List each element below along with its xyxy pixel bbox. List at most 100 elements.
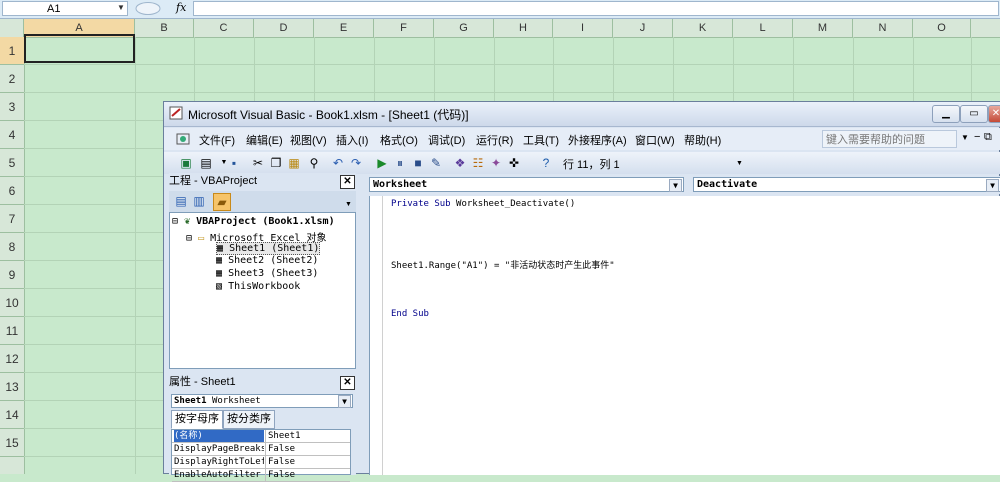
row-header-10[interactable]: 10 [0,289,24,317]
tree-item-sheet1[interactable]: ▦ Sheet1 (Sheet1) [216,242,321,255]
chevron-down-icon[interactable]: ▼ [986,179,999,192]
column-header-h[interactable]: H [494,19,553,37]
column-header-i[interactable]: I [553,19,613,37]
design-mode-icon[interactable]: ✎ [428,155,444,171]
object-select[interactable]: Sheet1 Worksheet ▼ [171,394,353,408]
row-header-1[interactable]: 1 [0,37,24,65]
chevron-down-icon[interactable]: ▼ [338,395,351,408]
code-line-sub[interactable]: Private Sub Worksheet_Deactivate() [391,199,575,209]
column-header-e[interactable]: E [314,19,374,37]
column-header-g[interactable]: G [434,19,494,37]
menu-help[interactable]: 帮助(H) [684,132,721,148]
property-value[interactable]: False [265,443,353,455]
menu-debug[interactable]: 调试(D) [428,132,465,148]
menu-format[interactable]: 格式(O) [380,132,418,148]
chevron-down-icon[interactable]: ▼ [116,3,126,13]
row-header-9[interactable]: 9 [0,261,24,289]
selected-cell-a1[interactable] [24,34,135,63]
row-header-8[interactable]: 8 [0,233,24,261]
row-header-14[interactable]: 14 [0,401,24,429]
object-combo[interactable]: Worksheet ▼ [369,177,684,192]
collapse-icon[interactable]: ⊟ [172,216,178,227]
menu-addins[interactable]: 外接程序(A) [568,132,627,148]
row-header-11[interactable]: 11 [0,317,24,345]
vbe-title-bar[interactable]: Microsoft Visual Basic - Book1.xlsm - [S… [164,102,1000,127]
cut-icon[interactable]: ✂ [250,155,266,171]
row-header-6[interactable]: 6 [0,177,24,205]
code-line-endsub[interactable]: End Sub [391,309,429,319]
column-header-o[interactable]: O [913,19,971,37]
column-header-n[interactable]: N [853,19,913,37]
column-header-m[interactable]: M [793,19,853,37]
select-all-corner[interactable] [0,19,24,37]
chevron-down-icon[interactable]: ▼ [669,179,682,192]
column-header-k[interactable]: K [673,19,733,37]
chevron-down-icon[interactable]: ▼ [345,201,352,208]
row-header-2[interactable]: 2 [0,65,24,93]
code-margin[interactable] [370,196,383,475]
formula-input[interactable] [193,1,999,16]
menu-file[interactable]: 文件(F) [199,132,235,148]
row-header-7[interactable]: 7 [0,205,24,233]
column-header-c[interactable]: C [194,19,254,37]
row-header-12[interactable]: 12 [0,345,24,373]
row-header-4[interactable]: 4 [0,121,24,149]
row-header-3[interactable]: 3 [0,93,24,121]
property-value[interactable]: False [265,456,353,468]
name-box[interactable]: A1 [2,1,128,16]
menu-edit[interactable]: 编辑(E) [246,132,283,148]
menu-view[interactable]: 视图(V) [290,132,327,148]
menu-tools[interactable]: 工具(T) [523,132,559,148]
chevron-down-icon[interactable]: ▼ [961,133,969,142]
project-explorer-icon[interactable]: ❖ [452,155,468,171]
insert-userform-icon[interactable]: ▤ [198,155,214,171]
menu-insert[interactable]: 插入(I) [336,132,368,148]
close-icon[interactable]: ✕ [340,175,355,189]
column-header-d[interactable]: D [254,19,314,37]
maximize-button[interactable]: ▭ [960,105,988,123]
help-icon[interactable]: ? [538,155,554,171]
collapse-icon[interactable]: ⊟ [186,233,192,244]
tree-item-thisworkbook[interactable]: ▧ ThisWorkbook [216,281,300,292]
toolbox-icon[interactable]: ✜ [506,155,522,171]
object-browser-icon[interactable]: ✦ [488,155,504,171]
help-search-input[interactable]: 键入需要帮助的问题 [822,130,957,148]
reset-icon[interactable]: ■ [410,155,426,171]
property-value[interactable]: Sheet1 [265,430,353,442]
tab-categorized[interactable]: 按分类序 [223,410,275,429]
toolbar-options-icon[interactable]: ▼ [736,160,743,167]
mdi-restore-icon[interactable]: ⧉ [984,131,992,144]
mdi-minimize-icon[interactable]: − [974,131,980,143]
row-header-13[interactable]: 13 [0,373,24,401]
tree-node-vbaproject[interactable]: ⊟ ❦ VBAProject (Book1.xlsm) [172,216,335,227]
menu-run[interactable]: 运行(R) [476,132,513,148]
tab-alphabetic[interactable]: 按字母序 [171,410,223,429]
property-value[interactable]: False [265,469,353,481]
column-header-l[interactable]: L [733,19,793,37]
close-icon[interactable]: ✕ [340,376,355,390]
property-row[interactable]: (名称) Sheet1 [172,430,350,443]
property-row[interactable]: DisplayPageBreaks False [172,443,350,456]
procedure-combo[interactable]: Deactivate ▼ [693,177,1000,192]
property-row[interactable]: EnableAutoFilter False [172,469,350,482]
row-header-15[interactable]: 15 [0,429,24,457]
menu-window[interactable]: 窗口(W) [635,132,675,148]
excel-view-icon[interactable] [176,132,192,146]
redo-icon[interactable]: ↷ [348,155,364,171]
column-header-f[interactable]: F [374,19,434,37]
code-line-range[interactable]: Sheet1.Range("A1") = "非活动状态时产生此事件" [391,258,615,271]
row-header-5[interactable]: 5 [0,149,24,177]
copy-icon[interactable]: ❐ [268,155,284,171]
column-header-partial[interactable] [971,19,1000,37]
column-header-b[interactable]: B [135,19,194,37]
run-icon[interactable]: ▶ [374,155,390,171]
toggle-folders-icon[interactable]: ▰ [213,193,231,211]
view-code-icon[interactable]: ▤ [173,193,189,209]
paste-icon[interactable]: ▦ [286,155,302,171]
save-icon[interactable]: ▪ [226,155,242,171]
minimize-button[interactable]: ▁ [932,105,960,123]
property-row[interactable]: DisplayRightToLeft False [172,456,350,469]
column-header-j[interactable]: J [613,19,673,37]
excel-view-icon[interactable]: ▣ [178,155,194,171]
undo-icon[interactable]: ↶ [330,155,346,171]
